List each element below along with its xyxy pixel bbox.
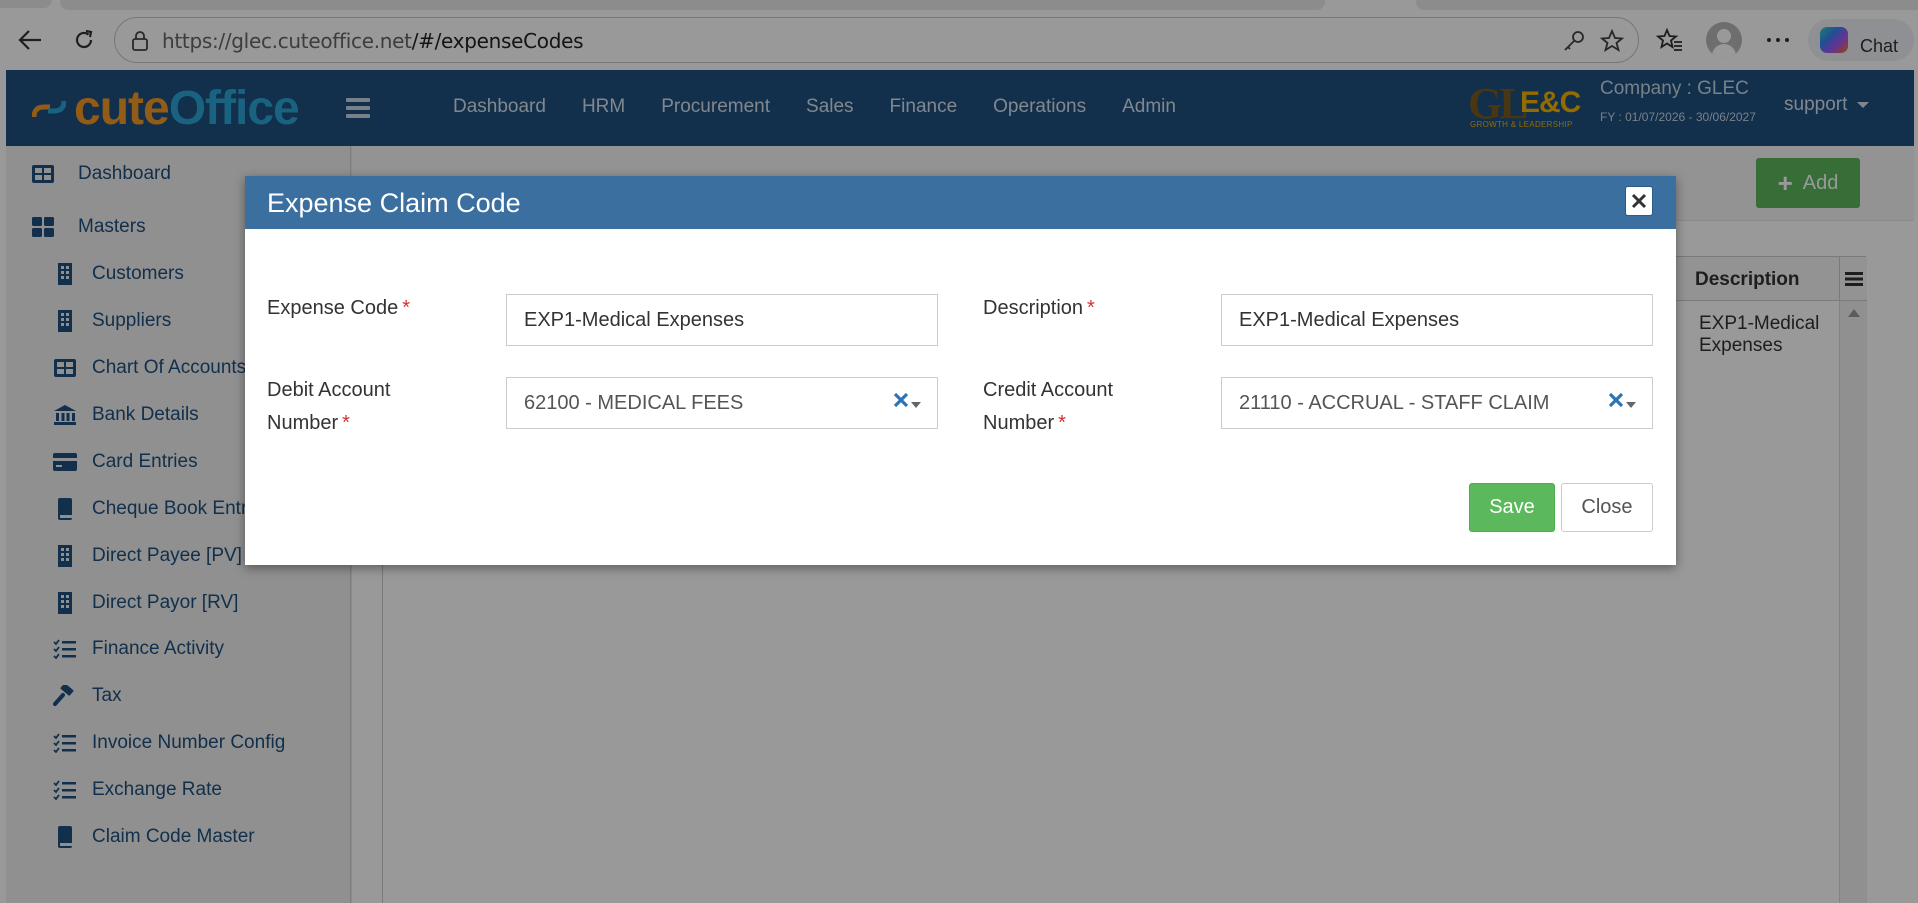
- dropdown-arrow-icon[interactable]: [1626, 402, 1636, 408]
- expense-code-label: Expense Code *: [267, 292, 410, 325]
- expense-code-label-text: Expense Code: [267, 297, 399, 319]
- debit-account-select[interactable]: 62100 - MEDICAL FEES: [506, 377, 938, 429]
- expense-claim-code-modal: Expense Claim Code Expense Code* Descrip…: [245, 176, 1676, 565]
- credit-account-value: 21110 - ACCRUAL - STAFF CLAIM: [1239, 392, 1550, 414]
- close-button[interactable]: Close: [1561, 483, 1653, 532]
- debit-label-line2: Number: [267, 412, 339, 434]
- clear-icon[interactable]: [893, 391, 909, 413]
- credit-account-label: Credit Account Number *: [983, 374, 1113, 440]
- required-marker: *: [1058, 412, 1066, 434]
- modal-close-icon[interactable]: [1625, 186, 1653, 216]
- required-marker: *: [1087, 297, 1095, 319]
- debit-account-label: Debit Account Number *: [267, 374, 390, 440]
- save-button[interactable]: Save: [1469, 483, 1555, 532]
- expense-code-input[interactable]: [506, 294, 938, 346]
- description-label: Description *: [983, 292, 1095, 325]
- credit-label-line2: Number: [983, 412, 1055, 434]
- description-input[interactable]: [1221, 294, 1653, 346]
- required-marker: *: [402, 297, 410, 319]
- dropdown-arrow-icon[interactable]: [911, 402, 921, 408]
- description-label-text: Description: [983, 297, 1084, 319]
- credit-account-select[interactable]: 21110 - ACCRUAL - STAFF CLAIM: [1221, 377, 1653, 429]
- clear-icon[interactable]: [1608, 391, 1624, 413]
- required-marker: *: [342, 412, 350, 434]
- debit-account-value: 62100 - MEDICAL FEES: [524, 392, 744, 414]
- modal-title: Expense Claim Code: [267, 188, 521, 218]
- debit-label-line1: Debit Account: [267, 379, 391, 401]
- modal-header: Expense Claim Code: [245, 176, 1676, 229]
- credit-label-line1: Credit Account: [983, 379, 1114, 401]
